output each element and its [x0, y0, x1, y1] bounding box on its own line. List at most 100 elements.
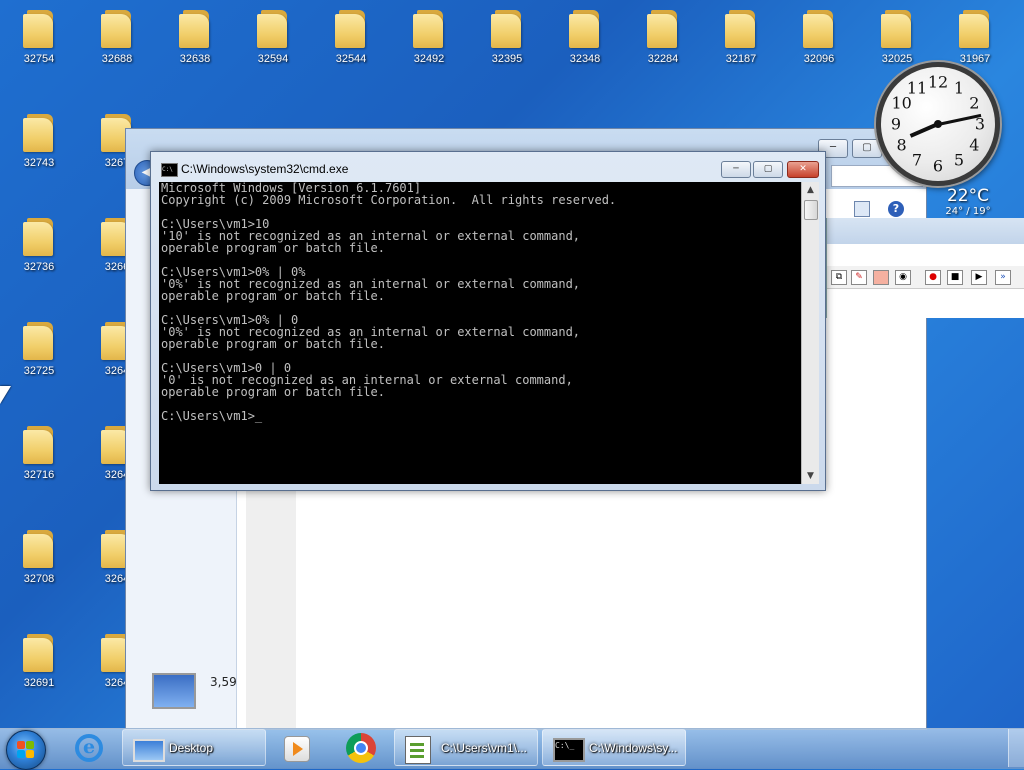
start-button[interactable]	[6, 730, 46, 770]
desktop-folder-label: 32284	[647, 53, 679, 65]
folder-icon	[725, 8, 757, 48]
desktop-folder-label: 32688	[101, 53, 133, 65]
desktop-folder[interactable]: 32688	[82, 8, 152, 65]
clock-gadget[interactable]: 12 1 2 3 4 5 6 7 8 9 10 11	[876, 62, 1000, 186]
windows-logo-icon	[17, 741, 25, 749]
folder-icon	[491, 8, 523, 48]
taskbar-internet-explorer[interactable]: e	[62, 730, 114, 766]
play-icon[interactable]: ▶	[971, 270, 987, 285]
folder-icon	[413, 8, 445, 48]
record-icon[interactable]: ●	[925, 270, 941, 285]
clock-number: 1	[953, 78, 965, 98]
clock-number: 5	[953, 150, 965, 170]
taskbar-cmd-button[interactable]: C:\_ C:\Windows\sy...	[542, 729, 686, 766]
stop-icon[interactable]: ■	[947, 270, 963, 285]
edit-icon[interactable]: ✎	[851, 270, 867, 285]
folder-icon	[569, 8, 601, 48]
desktop-folder[interactable]: 32284	[628, 8, 698, 65]
desktop-folder[interactable]: 32716	[4, 424, 74, 481]
desktop-folder[interactable]: 31967	[940, 8, 1010, 65]
desktop-folder-label: 32348	[569, 53, 601, 65]
mouse-pointer-icon	[0, 386, 11, 404]
folder-icon	[23, 424, 55, 464]
media-player-icon	[284, 736, 310, 762]
desktop-folder[interactable]: 32348	[550, 8, 620, 65]
cmd-minimize-button[interactable]: ─	[721, 161, 751, 178]
clock-center	[934, 120, 942, 128]
desktop-folder[interactable]: 32395	[472, 8, 542, 65]
clock-number: 9	[890, 114, 902, 134]
desktop-folder[interactable]: 32187	[706, 8, 776, 65]
desktop-folder-label: 32096	[803, 53, 835, 65]
desktop-folder-label: 32187	[725, 53, 757, 65]
console-output[interactable]: Microsoft Windows [Version 6.1.7601] Cop…	[159, 182, 801, 484]
show-desktop-button[interactable]	[1008, 729, 1024, 767]
media-window[interactable]: ⧉ ✎ ◉ ● ■ ▶ »	[826, 218, 1024, 318]
cmd-window[interactable]: C:\ C:\Windows\system32\cmd.exe ─ ▢ ✕ Mi…	[150, 151, 826, 491]
clock-number: 4	[969, 135, 980, 155]
taskbar-cmd-label: C:\Windows\sy...	[589, 741, 678, 755]
folder-icon	[23, 632, 55, 672]
internet-explorer-icon: e	[75, 734, 103, 762]
windows-logo-green	[26, 741, 34, 749]
desktop-folder[interactable]: 32691	[4, 632, 74, 689]
media-toolbar: ⧉ ✎ ◉ ● ■ ▶ »	[827, 266, 1024, 289]
folder-icon	[335, 8, 367, 48]
desktop-folder-label: 32638	[179, 53, 211, 65]
desktop-folder[interactable]: 32725	[4, 320, 74, 377]
desktop-folder[interactable]: 32754	[4, 8, 74, 65]
drive-thumbnail-icon	[152, 673, 196, 709]
help-icon[interactable]: ?	[888, 201, 904, 217]
cmd-close-button[interactable]: ✕	[787, 161, 819, 178]
preview-pane-icon[interactable]	[854, 201, 870, 217]
explorer-maximize-button[interactable]: ▢	[852, 139, 882, 158]
taskbar-chrome[interactable]	[332, 730, 384, 766]
notepad-icon	[405, 736, 431, 764]
desktop-folder-label: 32725	[23, 365, 55, 377]
folder-icon	[647, 8, 679, 48]
clock-number: 7	[911, 150, 923, 170]
desktop-folder[interactable]: 32594	[238, 8, 308, 65]
scrollbar-thumb[interactable]	[804, 200, 818, 220]
desktop-folder[interactable]: 32096	[784, 8, 854, 65]
desktop-folder[interactable]: 32708	[4, 528, 74, 585]
cmd-taskbar-icon: C:\_	[553, 738, 585, 762]
desktop-folder[interactable]: 32544	[316, 8, 386, 65]
desktop-folder-label: 32754	[23, 53, 55, 65]
desktop-folder[interactable]: 32736	[4, 216, 74, 273]
scroll-up-arrow-icon[interactable]: ▲	[802, 182, 819, 198]
desktop-folder-label: 32736	[23, 261, 55, 273]
fast-forward-icon[interactable]: »	[995, 270, 1011, 285]
desktop-folder[interactable]: 32638	[160, 8, 230, 65]
file-size-text: 3,59	[210, 675, 237, 689]
eye-icon[interactable]: ◉	[895, 270, 911, 285]
weather-gadget[interactable]: 22°C 24° / 19°	[928, 186, 1008, 217]
folder-icon	[23, 112, 55, 152]
desktop-icon	[133, 739, 165, 762]
scroll-down-arrow-icon[interactable]: ▼	[802, 468, 819, 484]
desktop-folder[interactable]: 32743	[4, 112, 74, 169]
taskbar-desktop-button[interactable]: Desktop	[122, 729, 266, 766]
folder-icon	[881, 8, 913, 48]
desktop-folder-label: 32544	[335, 53, 367, 65]
taskbar-desktop-label: Desktop	[169, 741, 214, 755]
weather-temperature: 22°C	[946, 186, 989, 206]
taskbar-notepad-button[interactable]: C:\Users\vm1\...	[394, 729, 538, 766]
clock-number: 6	[932, 156, 944, 176]
desktop-folder-label: 32395	[491, 53, 523, 65]
cmd-window-title: C:\Windows\system32\cmd.exe	[181, 162, 349, 176]
chrome-icon	[346, 733, 376, 763]
desktop-folder-label: 32594	[257, 53, 289, 65]
desktop-folder[interactable]: 32492	[394, 8, 464, 65]
cmd-maximize-button[interactable]: ▢	[753, 161, 783, 178]
clock-number: 8	[896, 135, 907, 155]
cmd-icon: C:\	[161, 163, 178, 177]
desktop-folder[interactable]: 32025	[862, 8, 932, 65]
desktop-folder-label: 32492	[413, 53, 445, 65]
console-scrollbar[interactable]: ▲ ▼	[801, 182, 819, 484]
folder-icon	[23, 320, 55, 360]
taskbar-media-player[interactable]	[270, 730, 322, 766]
taskbar-notepad-label: C:\Users\vm1\...	[441, 741, 528, 755]
folder-icon[interactable]	[873, 270, 889, 285]
copy-icon[interactable]: ⧉	[831, 270, 847, 285]
